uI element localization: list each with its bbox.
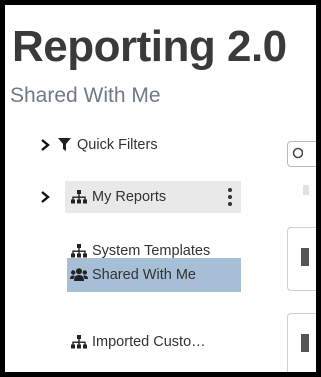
sidebar-item-label: Shared With Me: [92, 267, 196, 283]
sitemap-icon: [70, 190, 88, 204]
app-title: Reporting 2.0: [12, 22, 287, 71]
sidebar-item-my-reports[interactable]: My Reports: [65, 181, 241, 213]
sidebar-item-imported-custom[interactable]: Imported Custo…: [67, 326, 243, 358]
sidebar-item-label: Quick Filters: [77, 137, 158, 153]
sitemap-icon: [70, 244, 88, 258]
sitemap-icon: [70, 335, 88, 349]
search-icon: [291, 147, 304, 166]
users-icon: [70, 268, 88, 282]
more-options-icon[interactable]: [227, 188, 233, 206]
reporting-panel: Reporting 2.0 Shared With Me Quick Filte…: [5, 5, 316, 372]
sidebar-item-label: My Reports: [92, 189, 167, 205]
window-frame: Reporting 2.0 Shared With Me Quick Filte…: [0, 0, 321, 377]
page-subtitle: Shared With Me: [10, 84, 161, 107]
sidebar-item-label: System Templates: [92, 243, 211, 259]
card-icon: [301, 334, 309, 352]
sidebar-item-label: Imported Custo…: [92, 334, 206, 350]
report-card[interactable]: [287, 313, 316, 372]
filter-icon: [55, 138, 73, 152]
chevron-right-icon[interactable]: [35, 181, 55, 213]
sidebar-item-quick-filters[interactable]: Quick Filters: [35, 129, 225, 161]
sidebar-item-shared-with-me[interactable]: Shared With Me: [67, 258, 241, 292]
chevron-right-icon[interactable]: [35, 139, 55, 151]
report-card[interactable]: [287, 227, 316, 291]
column-header-fragment: [303, 185, 309, 195]
search-input[interactable]: [287, 141, 316, 167]
card-icon: [301, 248, 309, 266]
